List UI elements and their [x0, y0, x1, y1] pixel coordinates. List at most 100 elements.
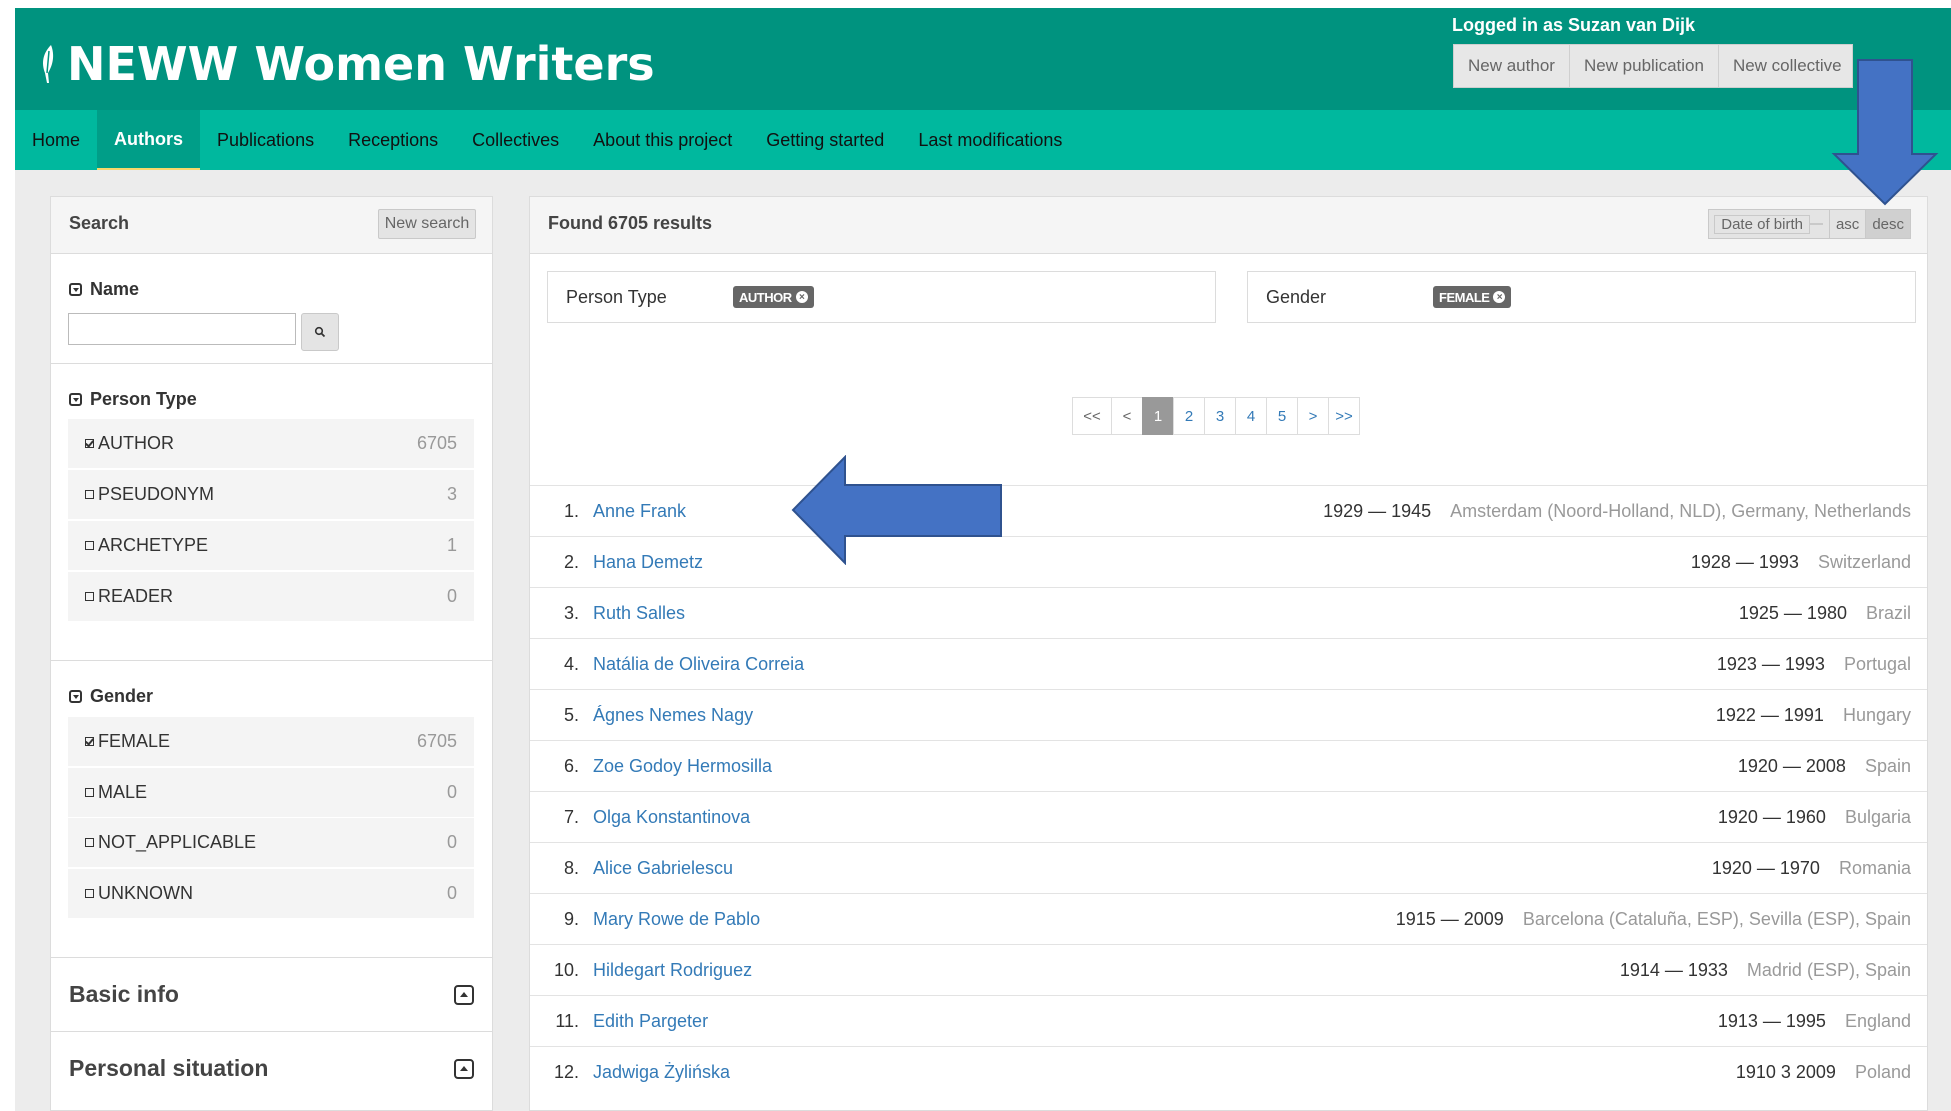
sort-controls: Date of birth asc desc: [1708, 209, 1911, 239]
results-count: Found 6705 results: [548, 213, 713, 233]
nav-publications[interactable]: Publications: [200, 110, 331, 170]
facet-option-not-applicable[interactable]: NOT_APPLICABLE 0: [68, 818, 474, 867]
option-count: 0: [446, 832, 457, 852]
result-number: 9.: [563, 908, 579, 929]
result-years: 1928 — 1993: [1690, 551, 1799, 572]
option-count: 3: [446, 484, 457, 504]
new-search-button[interactable]: New search: [378, 209, 476, 239]
result-years: 1915 — 2009: [1395, 908, 1504, 929]
option-label: UNKNOWN: [98, 883, 193, 903]
facet-option-unknown[interactable]: UNKNOWN 0: [68, 869, 474, 918]
option-count: 0: [446, 782, 457, 802]
facet-option-reader[interactable]: READER 0: [68, 572, 474, 621]
option-count: 0: [446, 586, 457, 606]
result-name-link[interactable]: Hana Demetz: [593, 552, 703, 573]
active-filter-person-type: Person Type AUTHOR ×: [547, 271, 1216, 323]
nav-collectives[interactable]: Collectives: [455, 110, 576, 170]
result-row: 11. Edith Pargeter 1913 — 1995 England: [530, 995, 1927, 1046]
name-search-input[interactable]: [68, 313, 296, 345]
result-row: 8. Alice Gabrielescu 1920 — 1970 Romania: [530, 842, 1927, 893]
result-name-link[interactable]: Hildegart Rodriguez: [593, 960, 752, 981]
page-prev[interactable]: <: [1111, 397, 1143, 435]
result-row: 1. Anne Frank 1929 — 1945 Amsterdam (Noord-…: [530, 485, 1927, 536]
nav-home[interactable]: Home: [15, 110, 97, 170]
result-number: 7.: [563, 806, 579, 827]
result-number: 10.: [553, 959, 579, 980]
result-name-link[interactable]: Ruth Salles: [593, 603, 685, 624]
result-name-link[interactable]: Ágnes Nemes Nagy: [593, 705, 753, 726]
page-3[interactable]: 3: [1204, 397, 1236, 435]
result-name-link[interactable]: Jadwiga Żylińska: [593, 1062, 730, 1083]
nav-authors[interactable]: Authors: [97, 110, 201, 170]
result-place: Hungary: [1842, 704, 1911, 725]
pagination: << < 1 2 3 4 5 > >>: [1072, 397, 1360, 435]
nav-about[interactable]: About this project: [576, 110, 749, 170]
facet-option-author[interactable]: AUTHOR 6705: [68, 419, 474, 468]
page-4[interactable]: 4: [1235, 397, 1267, 435]
result-name-link[interactable]: Anne Frank: [593, 501, 686, 522]
section-personal-situation[interactable]: Personal situation: [51, 1031, 492, 1105]
result-row: 5. Ágnes Nemes Nagy 1922 — 1991 Hungary: [530, 689, 1927, 740]
remove-icon[interactable]: ×: [1493, 291, 1506, 303]
brand-logo[interactable]: NEWW Women Writers: [37, 34, 655, 94]
result-place: Spain: [1864, 755, 1911, 776]
result-row: 7. Olga Konstantinova 1920 — 1960 Bulgaria: [530, 791, 1927, 842]
result-number: 4.: [563, 653, 579, 674]
result-place: Portugal: [1843, 653, 1911, 674]
arrow-down-icon: [1831, 59, 1939, 206]
page-2[interactable]: 2: [1173, 397, 1205, 435]
page-5[interactable]: 5: [1266, 397, 1298, 435]
result-name-link[interactable]: Zoe Godoy Hermosilla: [593, 756, 772, 777]
option-label: ARCHETYPE: [98, 535, 209, 555]
option-label: MALE: [98, 782, 148, 802]
sort-desc-button[interactable]: desc: [1865, 209, 1911, 239]
result-name-link[interactable]: Alice Gabrielescu: [593, 858, 733, 879]
filter-badge-female[interactable]: FEMALE ×: [1433, 286, 1512, 308]
result-name-link[interactable]: Natália de Oliveira Correia: [593, 654, 804, 675]
result-row: 4. Natália de Oliveira Correia 1923 — 1993…: [530, 638, 1927, 689]
section-basic-info[interactable]: Basic info: [51, 957, 492, 1031]
facet-name[interactable]: Name: [69, 279, 139, 300]
name-search-button[interactable]: [301, 313, 339, 351]
remove-icon[interactable]: ×: [795, 291, 808, 303]
results-list: 1. Anne Frank 1929 — 1945 Amsterdam (Noord-…: [530, 485, 1927, 1097]
search-title: Search: [69, 213, 130, 233]
section-basic-info-label: Basic info: [69, 981, 179, 1007]
result-place: Amsterdam (Noord-Holland, NLD), Germany,…: [1450, 500, 1911, 521]
page-next[interactable]: >: [1297, 397, 1329, 435]
result-row: 3. Ruth Salles 1925 — 1980 Brazil: [530, 587, 1927, 638]
result-row: 10. Hildegart Rodriguez 1914 — 1933 Madrid …: [530, 944, 1927, 995]
facet-option-pseudonym[interactable]: PSEUDONYM 3: [68, 470, 474, 519]
result-name-link[interactable]: Olga Konstantinova: [593, 807, 750, 828]
facet-gender[interactable]: Gender: [69, 686, 153, 707]
result-years: 1913 — 1995: [1717, 1010, 1826, 1031]
expand-icon: [454, 984, 474, 1005]
facet-person-type-label: Person Type: [90, 389, 197, 409]
nav-last-modifications[interactable]: Last modifications: [901, 110, 1079, 170]
page-last[interactable]: >>: [1328, 397, 1360, 435]
nav-getting-started[interactable]: Getting started: [749, 110, 901, 170]
result-years: 1914 — 1933: [1619, 959, 1728, 980]
filter-label: Person Type: [566, 287, 667, 307]
facet-person-type[interactable]: Person Type: [69, 389, 197, 410]
badge-label: AUTHOR: [739, 289, 792, 305]
option-count: 0: [446, 883, 457, 903]
facet-option-male[interactable]: MALE 0: [68, 768, 474, 817]
new-author-button[interactable]: New author: [1454, 45, 1570, 87]
facet-option-archetype[interactable]: ARCHETYPE 1: [68, 521, 474, 570]
option-label: NOT_APPLICABLE: [98, 832, 257, 852]
filter-badge-author[interactable]: AUTHOR ×: [733, 286, 814, 308]
facet-option-female[interactable]: FEMALE 6705: [68, 717, 474, 766]
divider: [51, 363, 492, 364]
page-first[interactable]: <<: [1072, 397, 1112, 435]
nav-receptions[interactable]: Receptions: [331, 110, 455, 170]
new-publication-button[interactable]: New publication: [1570, 45, 1719, 87]
checkbox-icon: [85, 541, 94, 550]
results-header: Found 6705 results Date of birth asc des…: [530, 197, 1927, 254]
page-1[interactable]: 1: [1142, 397, 1174, 435]
option-label: PSEUDONYM: [98, 484, 215, 504]
result-name-link[interactable]: Edith Pargeter: [593, 1011, 708, 1032]
sort-asc-button[interactable]: asc: [1828, 209, 1867, 239]
sort-field-dropdown[interactable]: Date of birth: [1708, 209, 1830, 239]
result-name-link[interactable]: Mary Rowe de Pablo: [593, 909, 760, 930]
